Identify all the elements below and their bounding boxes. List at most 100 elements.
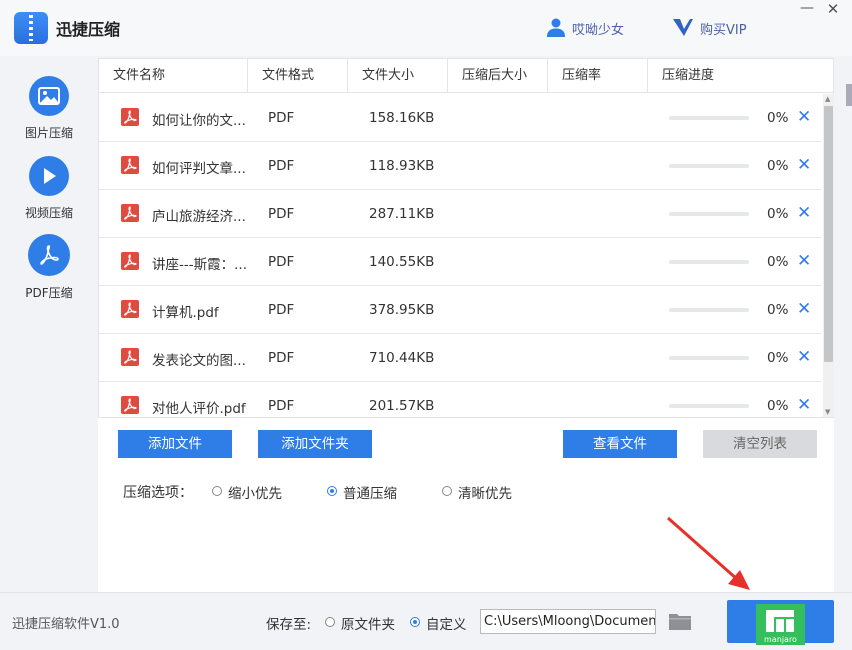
- red-arrow-annotation: [667, 516, 750, 590]
- file-format: PDF: [268, 158, 295, 174]
- radio-label[interactable]: 普通压缩: [343, 482, 397, 502]
- pdf-file-icon: [121, 204, 139, 222]
- progress-percent: 0%: [767, 398, 789, 414]
- table-row[interactable]: 讲座---斯霞：... PDF 140.55KB 0% ✕: [99, 238, 821, 286]
- table-row[interactable]: 庐山旅游经济... PDF 287.11KB 0% ✕: [99, 190, 821, 238]
- radio-label[interactable]: 自定义: [426, 613, 467, 633]
- progress-percent: 0%: [767, 350, 789, 366]
- bottom-bar: 迅捷压缩软件V1.0 保存至: 原文件夹 自定义 C:\Users\Mloong…: [0, 592, 852, 650]
- radio-custom-folder[interactable]: [410, 617, 420, 627]
- file-format: PDF: [268, 254, 295, 270]
- scroll-thumb[interactable]: [824, 106, 833, 362]
- column-header-format: 文件格式: [248, 59, 348, 93]
- sidebar: 图片压缩 视频压缩 PDF压缩: [0, 56, 98, 592]
- progress-percent: 0%: [767, 206, 789, 222]
- progress-percent: 0%: [767, 254, 789, 270]
- minimize-button[interactable]: —: [797, 0, 817, 16]
- progress-bar: [669, 356, 749, 360]
- file-name: 庐山旅游经济...: [152, 209, 246, 225]
- pdf-file-icon: [121, 396, 139, 414]
- user-icon[interactable]: [546, 17, 566, 37]
- vip-icon[interactable]: [672, 16, 694, 38]
- radio-normal-compress[interactable]: [327, 486, 337, 496]
- remove-file-icon[interactable]: ✕: [797, 251, 811, 271]
- radio-smaller-first[interactable]: [212, 486, 222, 496]
- sidebar-item-video-compress[interactable]: 视频压缩: [0, 156, 98, 230]
- compression-options-label: 压缩选项：: [123, 485, 193, 501]
- remove-file-icon[interactable]: ✕: [797, 395, 811, 415]
- progress-bar: [669, 116, 749, 120]
- file-name: 发表论文的图...: [152, 353, 246, 369]
- pdf-icon: [28, 234, 70, 276]
- progress-percent: 0%: [767, 302, 789, 318]
- folder-icon[interactable]: [668, 612, 692, 631]
- file-name: 计算机.pdf: [152, 305, 219, 321]
- table-body: 如何让你的文... PDF 158.16KB 0% ✕ 如何评判文章... PD…: [99, 94, 821, 417]
- app-logo-icon: [14, 12, 48, 44]
- table-header: 文件名称 文件格式 文件大小 压缩后大小 压缩率 压缩进度: [99, 59, 833, 93]
- file-size: 140.55KB: [369, 254, 435, 270]
- file-size: 287.11KB: [369, 206, 435, 222]
- file-name: 对他人评价.pdf: [152, 401, 246, 417]
- sidebar-item-label: 视频压缩: [24, 206, 73, 220]
- radio-original-folder[interactable]: [325, 617, 335, 627]
- progress-bar: [669, 308, 749, 312]
- table-row[interactable]: 如何评判文章... PDF 118.93KB 0% ✕: [99, 142, 821, 190]
- remove-file-icon[interactable]: ✕: [797, 299, 811, 319]
- add-file-button[interactable]: 添加文件: [118, 430, 232, 458]
- play-icon: [29, 156, 69, 196]
- remove-file-icon[interactable]: ✕: [797, 107, 811, 127]
- view-files-button[interactable]: 查看文件: [563, 430, 677, 458]
- sidebar-item-image-compress[interactable]: 图片压缩: [0, 76, 98, 150]
- file-size: 710.44KB: [369, 350, 435, 366]
- image-icon: [29, 76, 69, 116]
- scroll-down-icon[interactable]: ▼: [825, 408, 830, 416]
- table-row[interactable]: 如何让你的文... PDF 158.16KB 0% ✕: [99, 94, 821, 142]
- close-window-button[interactable]: ✕: [823, 0, 843, 18]
- radio-clarity-first[interactable]: [442, 486, 452, 496]
- radio-label[interactable]: 清晰优先: [458, 482, 512, 502]
- save-to-label: 保存至:: [266, 617, 312, 633]
- file-table: 文件名称 文件格式 文件大小 压缩后大小 压缩率 压缩进度 如何让你的文... …: [98, 58, 834, 418]
- file-size: 158.16KB: [369, 110, 435, 126]
- remove-file-icon[interactable]: ✕: [797, 155, 811, 175]
- remove-file-icon[interactable]: ✕: [797, 347, 811, 367]
- column-header-progress: 压缩进度: [662, 68, 715, 83]
- file-format: PDF: [268, 110, 295, 126]
- progress-bar: [669, 212, 749, 216]
- file-format: PDF: [268, 206, 295, 222]
- pdf-file-icon: [121, 156, 139, 174]
- file-name: 如何评判文章...: [152, 161, 246, 177]
- progress-bar: [669, 260, 749, 264]
- column-header-ratio: 压缩率: [548, 59, 648, 93]
- progress-percent: 0%: [767, 110, 789, 126]
- column-header-size: 文件大小: [348, 59, 448, 93]
- sidebar-item-label: 图片压缩: [24, 126, 73, 140]
- pdf-file-icon: [121, 108, 139, 126]
- table-scrollbar[interactable]: ▲ ▼: [823, 94, 834, 417]
- save-path-input[interactable]: C:\Users\Mloong\Documents: [480, 609, 656, 634]
- buy-vip-link[interactable]: 购买VIP: [700, 19, 747, 38]
- title-bar: 迅捷压缩 哎呦少女 购买VIP — ✕: [0, 0, 852, 56]
- radio-label[interactable]: 缩小优先: [228, 482, 282, 502]
- radio-label[interactable]: 原文件夹: [341, 613, 395, 633]
- manjaro-logo-icon: manjaro: [756, 604, 805, 645]
- user-name-link[interactable]: 哎呦少女: [572, 19, 624, 38]
- column-header-name: 文件名称: [99, 59, 248, 93]
- remove-file-icon[interactable]: ✕: [797, 203, 811, 223]
- table-row[interactable]: 对他人评价.pdf PDF 201.57KB 0% ✕: [99, 382, 821, 417]
- pdf-file-icon: [121, 348, 139, 366]
- table-row[interactable]: 计算机.pdf PDF 378.95KB 0% ✕: [99, 286, 821, 334]
- file-size: 378.95KB: [369, 302, 435, 318]
- file-name: 讲座---斯霞：...: [152, 257, 247, 273]
- file-format: PDF: [268, 302, 295, 318]
- scroll-up-icon[interactable]: ▲: [825, 95, 830, 103]
- add-folder-button[interactable]: 添加文件夹: [258, 430, 372, 458]
- table-row[interactable]: 发表论文的图... PDF 710.44KB 0% ✕: [99, 334, 821, 382]
- file-size: 118.93KB: [369, 158, 435, 174]
- manjaro-logo-text: manjaro: [764, 635, 797, 644]
- progress-percent: 0%: [767, 158, 789, 174]
- clear-list-button[interactable]: 清空列表: [703, 430, 817, 458]
- column-header-compressed-size: 压缩后大小: [448, 59, 548, 93]
- sidebar-item-pdf-compress[interactable]: PDF压缩: [0, 234, 98, 308]
